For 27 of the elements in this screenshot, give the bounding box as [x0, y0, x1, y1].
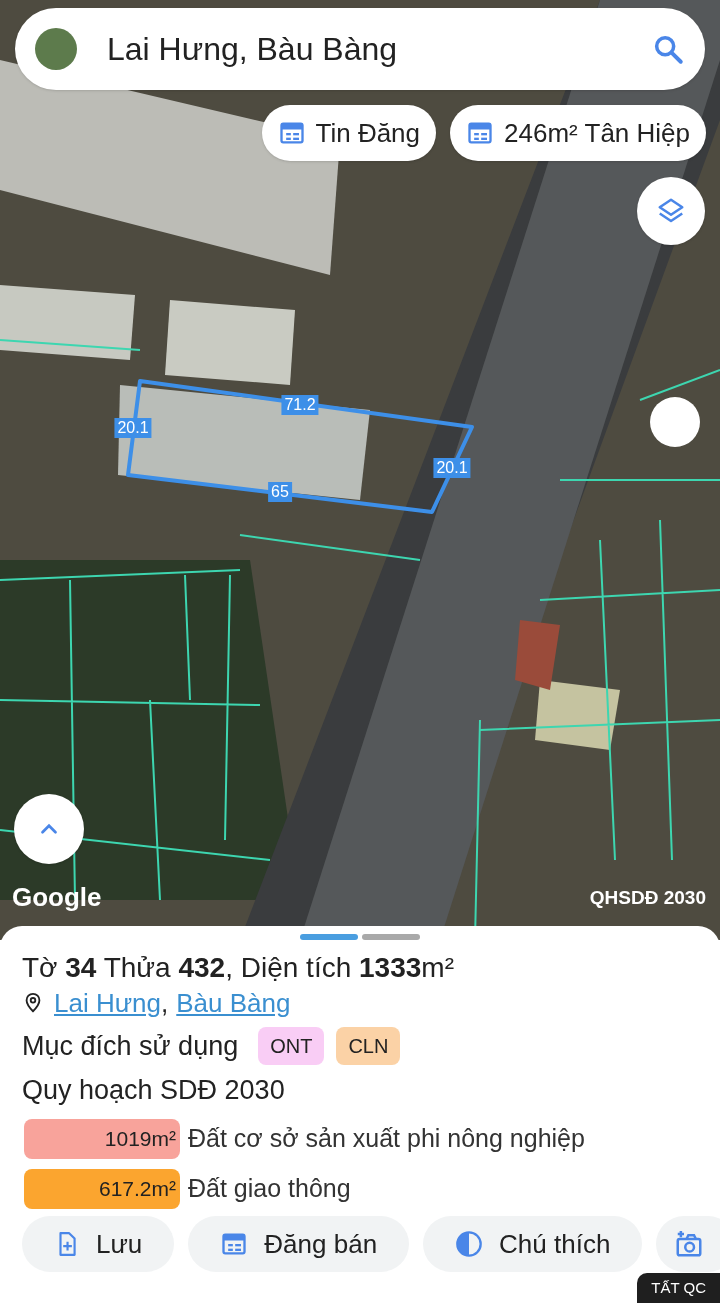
- plan-title: Quy hoạch SDĐ 2030: [22, 1073, 286, 1107]
- edge-length-label: 20.1: [433, 458, 471, 478]
- photo-button[interactable]: [656, 1216, 720, 1272]
- land-use-tag: CLN: [336, 1027, 401, 1066]
- area-badge: 617.2m²: [24, 1168, 180, 1209]
- add-photo-icon: [674, 1229, 705, 1259]
- ad-off-button[interactable]: TẤT QC: [637, 1272, 720, 1303]
- usage-label: Mục đích sử dụng: [22, 1030, 239, 1063]
- separator-comma: ,: [161, 987, 169, 1020]
- contrast-icon: [455, 1230, 484, 1258]
- land-use-label: Đất cơ sở sản xuất phi nông nghiệp: [188, 1122, 585, 1154]
- edge-length-label: 65: [268, 482, 292, 502]
- avatar[interactable]: [35, 28, 77, 70]
- edge-length-label: 71.2: [281, 395, 319, 415]
- edge-length-label: 20.1: [114, 418, 152, 438]
- action-button[interactable]: Chú thích: [423, 1216, 643, 1272]
- chip-button[interactable]: 246m² Tân Hiệp: [450, 105, 706, 161]
- parcel-title: Tờ 34 Thửa 432, Diện tích 1333m²: [22, 951, 455, 985]
- action-button[interactable]: Đăng bán: [188, 1216, 410, 1272]
- layer-label: QHSDĐ 2030: [589, 886, 706, 910]
- search-field[interactable]: Lai Hưng, Bàu Bàng: [15, 8, 705, 90]
- map-attribution: Google: [12, 881, 102, 914]
- land-use-tag: ONT: [258, 1027, 325, 1066]
- land-use-label: Đất giao thông: [188, 1172, 351, 1204]
- area-badge: 1019m²: [24, 1118, 180, 1159]
- chip-button[interactable]: Tin Đăng: [261, 105, 437, 161]
- action-button[interactable]: Lưu: [22, 1216, 175, 1272]
